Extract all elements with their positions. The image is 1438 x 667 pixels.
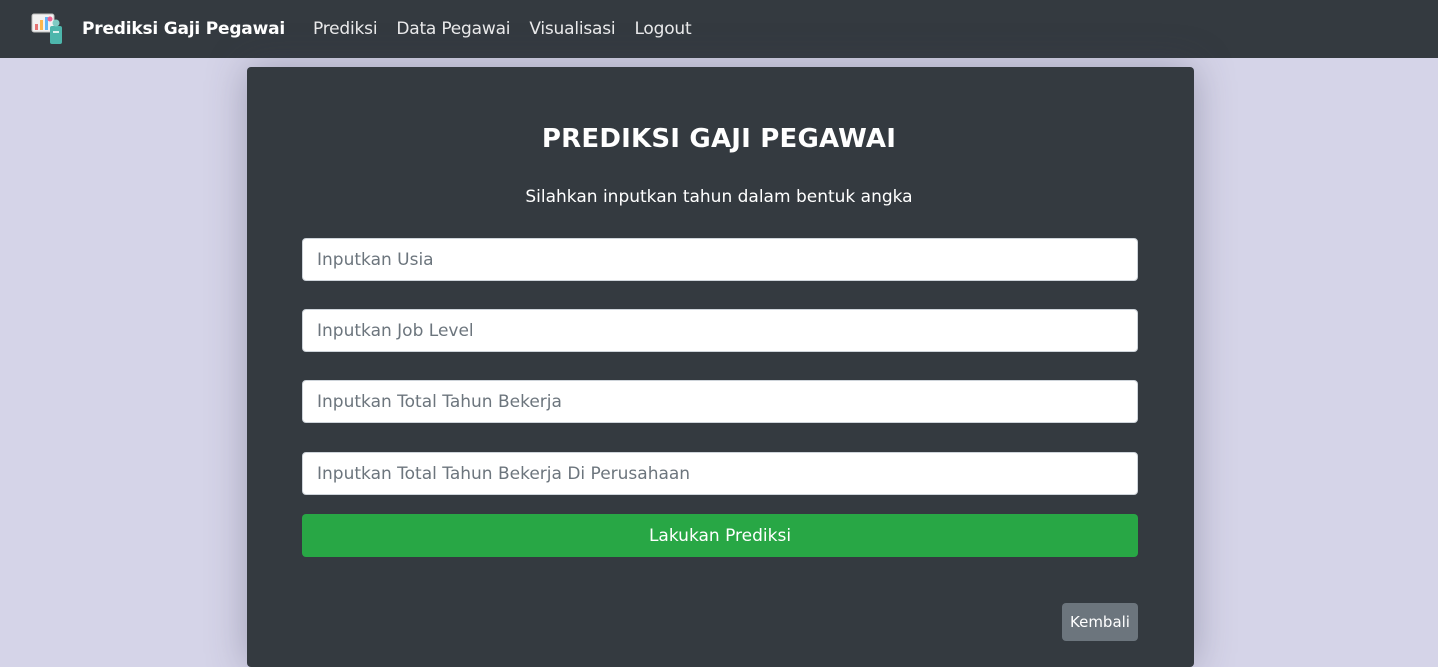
lakukan-prediksi-button[interactable]: Lakukan Prediksi: [302, 514, 1138, 557]
nav-link-data-pegawai[interactable]: Data Pegawai: [396, 19, 510, 39]
page-title: PREDIKSI GAJI PEGAWAI: [541, 124, 897, 154]
brand-title: Prediksi Gaji Pegawai: [82, 19, 285, 39]
tahun-bekerja-di-perusahaan-input[interactable]: [302, 452, 1138, 495]
prediction-card: [247, 67, 1194, 667]
total-tahun-bekerja-input[interactable]: [302, 380, 1138, 423]
usia-input[interactable]: [302, 238, 1138, 281]
nav-links: Prediksi Data Pegawai Visualisasi Logout: [313, 19, 710, 39]
nav-link-prediksi[interactable]: Prediksi: [313, 19, 378, 39]
kembali-button[interactable]: Kembali: [1062, 603, 1138, 641]
job-level-input[interactable]: [302, 309, 1138, 352]
salary-chart-logo-icon: [30, 12, 66, 46]
navbar: Prediksi Gaji Pegawai Prediksi Data Pega…: [0, 0, 1438, 58]
nav-link-visualisasi[interactable]: Visualisasi: [529, 19, 615, 39]
form-instructions: Silahkan inputkan tahun dalam bentuk ang…: [525, 187, 913, 207]
navbar-brand[interactable]: Prediksi Gaji Pegawai: [30, 12, 285, 46]
nav-link-logout[interactable]: Logout: [634, 19, 691, 39]
